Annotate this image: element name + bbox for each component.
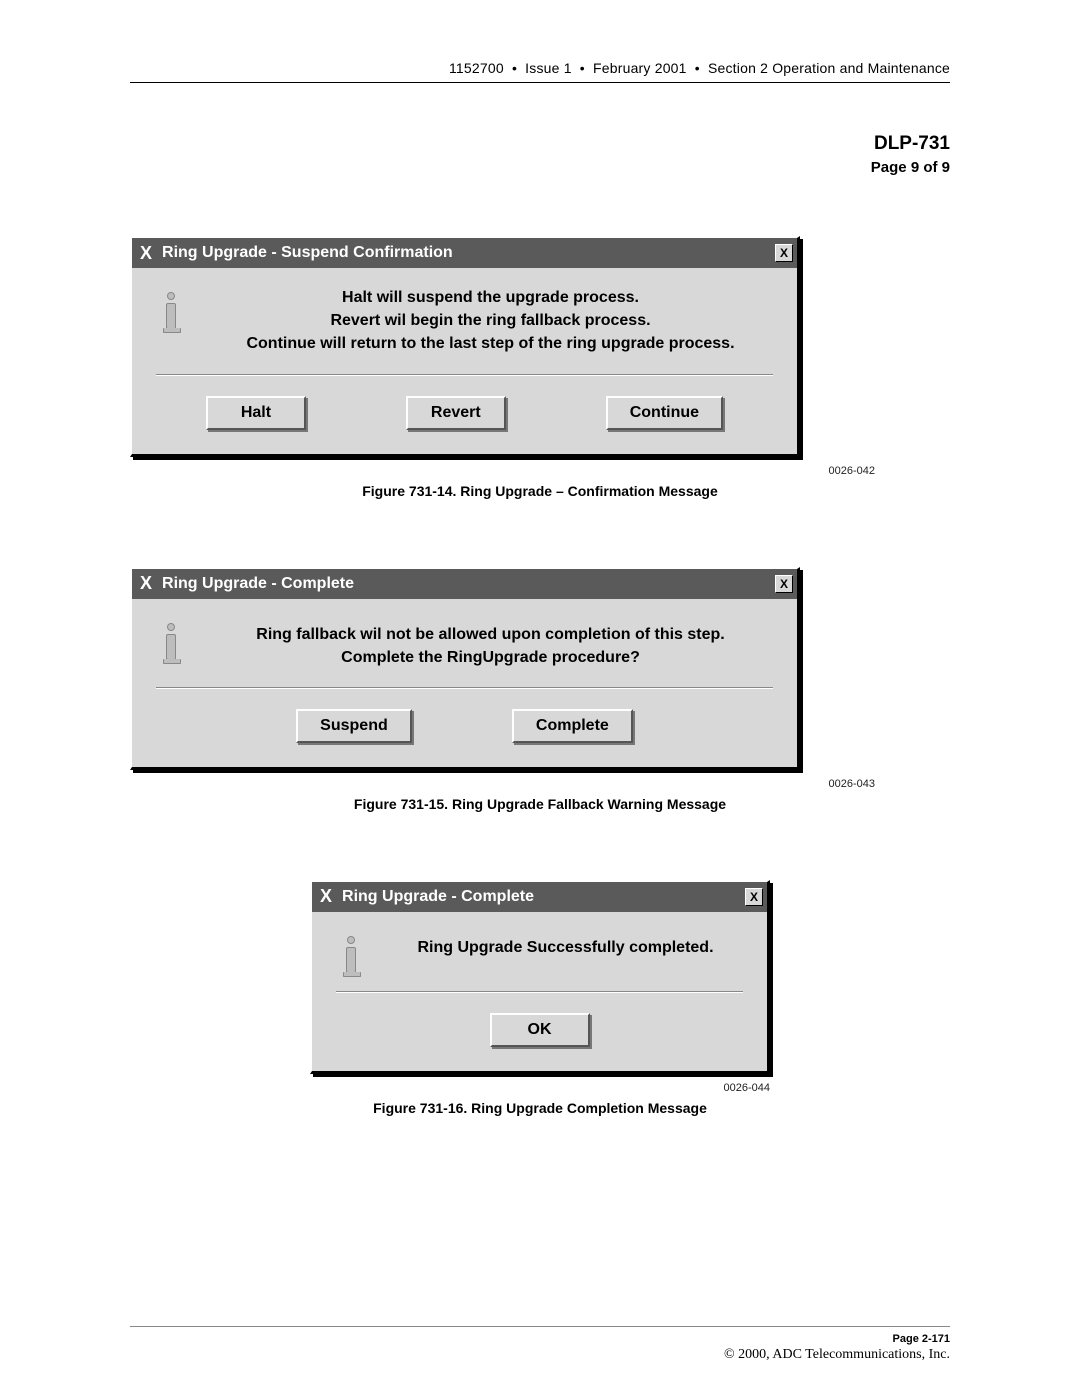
divider — [156, 374, 773, 376]
complete-button[interactable]: Complete — [512, 709, 633, 743]
bullet: • — [576, 60, 589, 76]
continue-button[interactable]: Continue — [606, 396, 723, 430]
msg-line: Complete the RingUpgrade procedure? — [208, 646, 773, 669]
dialog-body: Ring Upgrade Successfully completed. OK — [312, 912, 767, 1071]
bullet: • — [508, 60, 521, 76]
button-row: OK — [336, 1013, 743, 1047]
figure-id: 0026-043 — [205, 778, 875, 790]
footer-page: Page 2-171 — [130, 1333, 950, 1345]
page-of: Page 9 of 9 — [130, 159, 950, 176]
close-icon[interactable]: X — [775, 575, 793, 593]
page-content: 1152700 • Issue 1 • February 2001 • Sect… — [130, 60, 950, 1116]
system-menu-icon[interactable]: X — [320, 886, 332, 907]
dialog-titlebar: X Ring Upgrade - Suspend Confirmation X — [132, 238, 797, 268]
dialog-message: Ring fallback wil not be allowed upon co… — [208, 617, 773, 669]
footer-copyright: © 2000, ADC Telecommunications, Inc. — [130, 1347, 950, 1363]
msg-line: Ring fallback wil not be allowed upon co… — [208, 623, 773, 646]
suspend-confirmation-dialog: X Ring Upgrade - Suspend Confirmation X … — [130, 236, 800, 457]
figure-id: 0026-042 — [205, 465, 875, 477]
running-header: 1152700 • Issue 1 • February 2001 • Sect… — [130, 60, 950, 83]
msg-line: Revert wil begin the ring fallback proce… — [208, 309, 773, 332]
title-block: DLP-731 Page 9 of 9 — [130, 133, 950, 176]
button-row: Suspend Complete — [156, 709, 773, 743]
info-icon — [156, 617, 186, 660]
dialog-body: Halt will suspend the upgrade process. R… — [132, 268, 797, 454]
dlp-code: DLP-731 — [130, 133, 950, 155]
info-icon — [156, 286, 186, 329]
figure-731-16: X Ring Upgrade - Complete X Ring Upgrade… — [310, 880, 770, 1074]
dialog-titlebar: X Ring Upgrade - Complete X — [132, 569, 797, 599]
info-icon — [336, 930, 366, 973]
figure-caption: Figure 731-15. Ring Upgrade Fallback War… — [130, 796, 950, 812]
figure-caption: Figure 731-16. Ring Upgrade Completion M… — [130, 1100, 950, 1116]
msg-line: Continue will return to the last step of… — [208, 332, 773, 355]
date: February 2001 — [593, 60, 687, 76]
figure-id: 0026-044 — [310, 1082, 770, 1094]
system-menu-icon[interactable]: X — [140, 243, 152, 264]
close-icon[interactable]: X — [775, 244, 793, 262]
dialog-titlebar: X Ring Upgrade - Complete X — [312, 882, 767, 912]
dialog-title: Ring Upgrade - Complete — [162, 575, 775, 593]
msg-line: Halt will suspend the upgrade process. — [208, 286, 773, 309]
suspend-button[interactable]: Suspend — [296, 709, 412, 743]
dialog-title: Ring Upgrade - Suspend Confirmation — [162, 244, 775, 262]
page-footer: Page 2-171 © 2000, ADC Telecommunication… — [130, 1326, 950, 1363]
complete-warning-dialog: X Ring Upgrade - Complete X Ring fallbac… — [130, 567, 800, 770]
halt-button[interactable]: Halt — [206, 396, 306, 430]
figure-731-14: X Ring Upgrade - Suspend Confirmation X … — [130, 236, 950, 457]
system-menu-icon[interactable]: X — [140, 573, 152, 594]
divider — [336, 991, 743, 993]
button-row: Halt Revert Continue — [156, 396, 773, 430]
divider — [156, 687, 773, 689]
dialog-message: Ring Upgrade Successfully completed. — [388, 930, 743, 959]
dialog-body: Ring fallback wil not be allowed upon co… — [132, 599, 797, 767]
ok-button[interactable]: OK — [490, 1013, 590, 1047]
figure-caption: Figure 731-14. Ring Upgrade – Confirmati… — [130, 483, 950, 499]
issue: Issue 1 — [525, 60, 572, 76]
close-icon[interactable]: X — [745, 888, 763, 906]
doc-id: 1152700 — [449, 60, 504, 76]
dialog-message: Halt will suspend the upgrade process. R… — [208, 286, 773, 356]
section: Section 2 Operation and Maintenance — [708, 60, 950, 76]
msg-line: Ring Upgrade Successfully completed. — [388, 936, 743, 959]
dialog-title: Ring Upgrade - Complete — [342, 888, 745, 906]
revert-button[interactable]: Revert — [406, 396, 506, 430]
bullet: • — [691, 60, 704, 76]
completion-dialog: X Ring Upgrade - Complete X Ring Upgrade… — [310, 880, 770, 1074]
figure-731-15: X Ring Upgrade - Complete X Ring fallbac… — [130, 567, 950, 770]
